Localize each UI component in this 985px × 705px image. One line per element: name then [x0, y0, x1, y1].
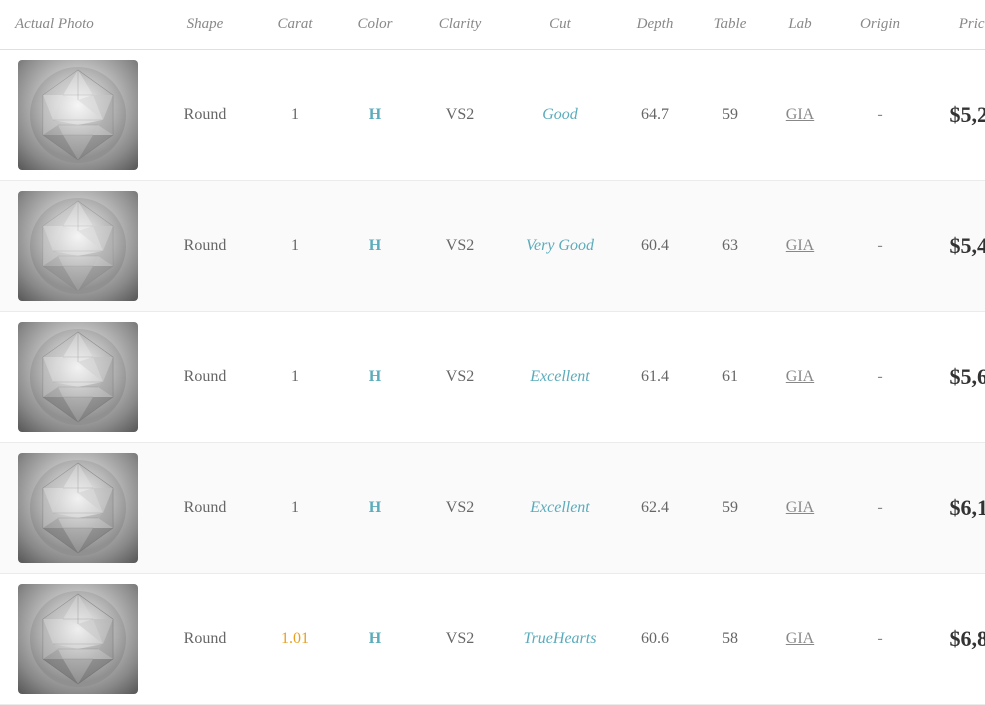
origin-cell: - — [835, 620, 925, 658]
price-cell: $5,240 — [925, 92, 985, 138]
origin-cell: - — [835, 358, 925, 396]
diamond-photo-cell — [0, 574, 155, 704]
table-header: Actual Photo Shape Carat Color Clarity C… — [0, 0, 985, 50]
diamond-image — [18, 60, 138, 170]
cut-cell: Good — [505, 96, 615, 134]
table-cell: 59 — [695, 489, 765, 527]
lab-cell[interactable]: GIA — [765, 358, 835, 396]
cut-cell: TrueHearts — [505, 620, 615, 658]
table-row: Round 1 H VS2 Excellent 62.4 59 GIA - $6… — [0, 443, 985, 574]
col-header-lab: Lab — [765, 10, 835, 39]
origin-cell: - — [835, 227, 925, 265]
col-header-table: Table — [695, 10, 765, 39]
cut-cell: Excellent — [505, 358, 615, 396]
clarity-cell: VS2 — [415, 96, 505, 134]
shape-cell: Round — [155, 489, 255, 527]
shape-cell: Round — [155, 227, 255, 265]
carat-cell: 1 — [255, 227, 335, 265]
depth-cell: 61.4 — [615, 358, 695, 396]
table-cell: 61 — [695, 358, 765, 396]
shape-cell: Round — [155, 620, 255, 658]
color-cell: H — [335, 358, 415, 396]
color-cell: H — [335, 620, 415, 658]
carat-cell: 1 — [255, 489, 335, 527]
lab-cell[interactable]: GIA — [765, 620, 835, 658]
col-header-carat: Carat — [255, 10, 335, 39]
price-cell: $5,670 — [925, 354, 985, 400]
depth-cell: 60.4 — [615, 227, 695, 265]
clarity-cell: VS2 — [415, 358, 505, 396]
color-cell: H — [335, 489, 415, 527]
table-cell: 59 — [695, 96, 765, 134]
table-row: Round 1 H VS2 Very Good 60.4 63 GIA - $5… — [0, 181, 985, 312]
shape-cell: Round — [155, 96, 255, 134]
col-header-depth: Depth — [615, 10, 695, 39]
depth-cell: 60.6 — [615, 620, 695, 658]
price-cell: $5,430 — [925, 223, 985, 269]
price-cell: $6,100 — [925, 485, 985, 531]
lab-cell[interactable]: GIA — [765, 96, 835, 134]
diamond-photo-cell — [0, 312, 155, 442]
depth-cell: 64.7 — [615, 96, 695, 134]
clarity-cell: VS2 — [415, 489, 505, 527]
color-cell: H — [335, 96, 415, 134]
diamond-photo-cell — [0, 181, 155, 311]
diamond-image — [18, 191, 138, 301]
color-cell: H — [335, 227, 415, 265]
origin-cell: - — [835, 489, 925, 527]
carat-cell: 1 — [255, 358, 335, 396]
table-cell: 63 — [695, 227, 765, 265]
price-cell: $6,850 — [925, 616, 985, 662]
table-row: Round 1 H VS2 Good 64.7 59 GIA - $5,240 — [0, 50, 985, 181]
col-header-price: Price — [925, 10, 985, 39]
clarity-cell: VS2 — [415, 620, 505, 658]
col-header-cut: Cut — [505, 10, 615, 39]
diamond-photo-cell — [0, 443, 155, 573]
col-header-photo: Actual Photo — [0, 10, 155, 39]
table-cell: 58 — [695, 620, 765, 658]
col-header-color: Color — [335, 10, 415, 39]
carat-cell: 1.01 — [255, 620, 335, 658]
diamond-image — [18, 584, 138, 694]
carat-cell: 1 — [255, 96, 335, 134]
lab-cell[interactable]: GIA — [765, 227, 835, 265]
origin-cell: - — [835, 96, 925, 134]
diamond-photo-cell — [0, 50, 155, 180]
diamond-table: Actual Photo Shape Carat Color Clarity C… — [0, 0, 985, 705]
table-row: Round 1.01 H VS2 TrueHearts 60.6 58 GIA … — [0, 574, 985, 705]
cut-cell: Excellent — [505, 489, 615, 527]
clarity-cell: VS2 — [415, 227, 505, 265]
col-header-origin: Origin — [835, 10, 925, 39]
table-row: Round 1 H VS2 Excellent 61.4 61 GIA - $5… — [0, 312, 985, 443]
col-header-clarity: Clarity — [415, 10, 505, 39]
cut-cell: Very Good — [505, 227, 615, 265]
diamond-image — [18, 322, 138, 432]
table-body: Round 1 H VS2 Good 64.7 59 GIA - $5,240 — [0, 50, 985, 705]
shape-cell: Round — [155, 358, 255, 396]
depth-cell: 62.4 — [615, 489, 695, 527]
col-header-shape: Shape — [155, 10, 255, 39]
diamond-image — [18, 453, 138, 563]
lab-cell[interactable]: GIA — [765, 489, 835, 527]
